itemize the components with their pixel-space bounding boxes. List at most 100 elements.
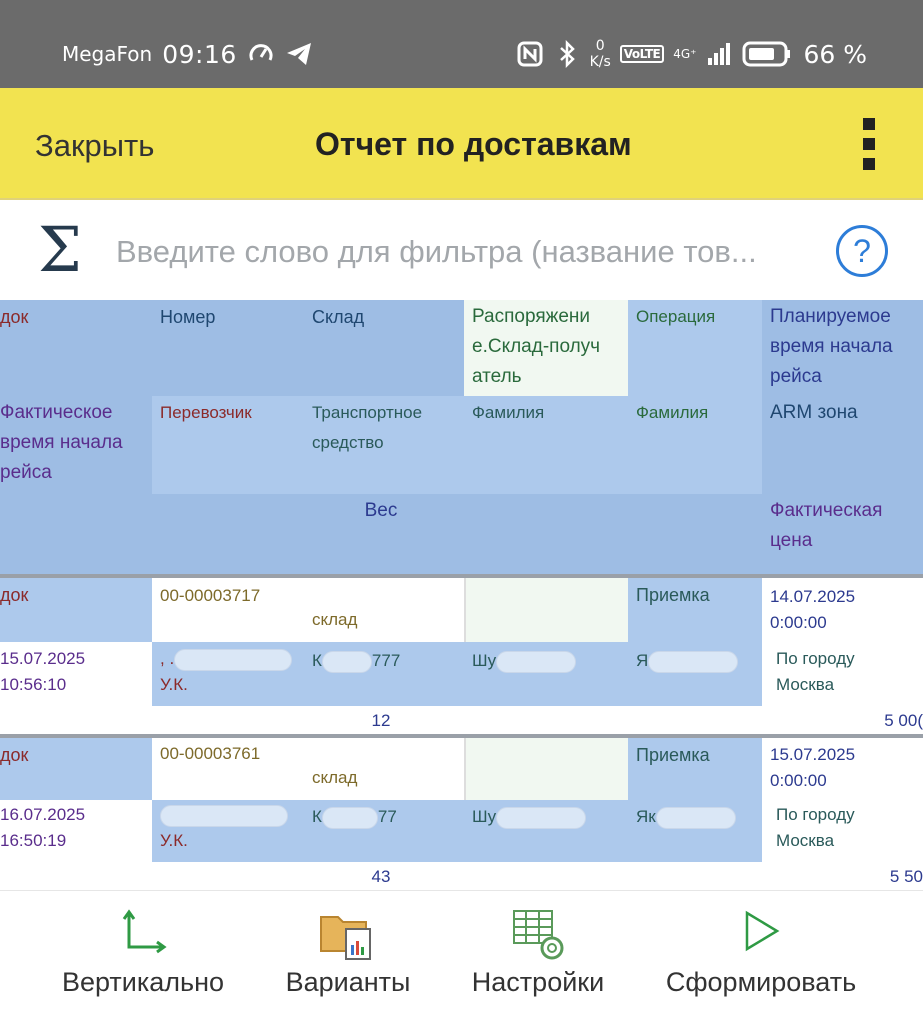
header-surname-1: Фамилия (464, 396, 628, 494)
row2-surname-1-text: Шу (472, 807, 497, 826)
row1-surname-2-text: Я (636, 651, 649, 670)
header-actual-price: Фактическая цена (762, 494, 923, 574)
row2-surname-2[interactable]: Як (628, 800, 762, 862)
header-warehouse: Склад (304, 300, 464, 396)
vertical-button[interactable]: Вертикально (40, 891, 246, 1024)
row1-planned-start[interactable]: 14.07.2025 0:00:00 (762, 578, 923, 642)
bluetooth-icon (559, 40, 575, 68)
bottom-toolbar: Вертикально Варианты Настройки Сформиров… (0, 890, 923, 1024)
row2-actual-start[interactable]: 16.07.2025 16:50:19 (0, 800, 152, 862)
row2-weight[interactable]: 43 (0, 862, 762, 890)
row1-weight[interactable]: 12 (0, 706, 762, 736)
row1-carrier-suffix: У.К. (160, 675, 188, 694)
page-title: Отчет по доставкам (315, 126, 632, 162)
header-arm-zone: ARM зона (762, 396, 923, 494)
header-actual-start: Фактическое время начала рейса (0, 396, 152, 494)
header-order-warehouse: Распоряжени е.Склад-получ атель (464, 300, 628, 396)
row2-warehouse[interactable]: склад (304, 738, 464, 800)
redacted-mark (160, 804, 288, 827)
net-speed-value: 0 (595, 38, 605, 54)
row1-operation[interactable]: Приемка (628, 578, 762, 642)
row1-surname-1-text: Шу (472, 651, 497, 670)
row1-doc[interactable]: док (0, 578, 152, 642)
row1-surname-2[interactable]: Я (628, 642, 762, 706)
row2-surname-1[interactable]: Шу (464, 800, 628, 862)
speedometer-icon (249, 44, 273, 61)
row1-vehicle[interactable]: К 777 (304, 642, 464, 706)
row1-price[interactable]: 5 00( (762, 706, 923, 736)
settings-button[interactable]: Настройки (456, 891, 620, 1024)
row1-vehicle-suffix: 777 (371, 651, 401, 670)
redacted-mark (321, 650, 372, 673)
row2-arm-zone[interactable]: По городу Москва (762, 800, 923, 862)
row1-carrier[interactable]: , . У.К. (152, 642, 304, 706)
filter-input[interactable] (116, 230, 826, 274)
header-doc: док (0, 300, 152, 396)
net-speed: 0 K/s (590, 38, 611, 70)
signal-icon (708, 43, 731, 65)
battery-percent: 66 % (803, 39, 867, 69)
row2-vehicle-prefix: К (312, 807, 322, 826)
row2-number[interactable]: 00-00003761 (152, 738, 304, 800)
row2-vehicle-suffix: 77 (377, 807, 397, 826)
axes-icon (122, 909, 167, 954)
folder-report-icon (320, 916, 371, 960)
row1-vehicle-prefix: К (312, 651, 322, 670)
row1-order-warehouse[interactable] (464, 578, 628, 642)
row1-warehouse[interactable]: склад (304, 578, 464, 642)
telegram-icon (286, 43, 311, 65)
more-vertical-icon[interactable] (858, 118, 880, 172)
volte-badge: VoLTE (619, 45, 665, 63)
header-vehicle: Транспортное средство (304, 396, 464, 494)
row2-carrier-suffix: У.К. (160, 831, 188, 850)
header-surname-2: Фамилия (628, 396, 762, 494)
row2-order-warehouse[interactable] (464, 738, 628, 800)
row1-arm-zone[interactable]: По городу Москва (762, 642, 923, 706)
close-button[interactable]: Закрыть (35, 128, 154, 164)
header-carrier: Перевозчик (152, 396, 304, 494)
header-operation: Операция (628, 300, 762, 396)
row2-vehicle[interactable]: К 77 (304, 800, 464, 862)
row1-carrier-prefix: , . (160, 649, 175, 668)
header-planned-start: Планируемое время начала рейса (762, 300, 923, 396)
status-right: 0 K/s VoLTE 4G⁺ 66 % (516, 34, 867, 74)
row2-operation[interactable]: Приемка (628, 738, 762, 800)
redacted-mark (174, 648, 293, 671)
clock: 09:16 (162, 39, 237, 69)
play-icon (745, 910, 780, 952)
carrier-name: MegaFon (62, 42, 153, 66)
redacted-mark (648, 650, 739, 673)
report-grid[interactable]: док Номер Склад Распоряжени е.Склад-полу… (0, 300, 923, 890)
vertical-label: Вертикально (61, 967, 225, 997)
status-left: MegaFon 09:16 (62, 36, 313, 72)
app-header: Закрыть Отчет по доставкам (0, 88, 923, 200)
battery-icon (742, 41, 791, 67)
table-settings-icon (513, 910, 564, 960)
row2-doc[interactable]: док (0, 738, 152, 800)
row1-surname-1[interactable]: Шу (464, 642, 628, 706)
redacted-mark (496, 650, 577, 673)
row2-planned-start[interactable]: 15.07.2025 0:00:00 (762, 738, 923, 800)
row1-actual-start[interactable]: 15.07.2025 10:56:10 (0, 642, 152, 706)
generate-button[interactable]: Сформировать (654, 891, 868, 1024)
variants-label: Варианты (285, 967, 411, 997)
sigma-icon[interactable]: Σ (38, 215, 82, 285)
variants-button[interactable]: Варианты (270, 891, 426, 1024)
filter-bar: Σ ? (0, 200, 923, 300)
header-number: Номер (152, 300, 304, 396)
settings-label: Настройки (471, 967, 605, 997)
row2-surname-2-text: Як (636, 807, 656, 826)
redacted-mark (655, 806, 736, 829)
nfc-icon (517, 41, 543, 67)
generate-label: Сформировать (665, 967, 857, 997)
net-speed-unit: K/s (589, 54, 611, 70)
status-bar: MegaFon 09:16 0 K/s VoLTE 4G⁺ 66 % (0, 0, 923, 88)
redacted-mark (321, 806, 378, 829)
redacted-mark (496, 806, 587, 829)
header-weight: Вес (0, 494, 762, 574)
row2-price[interactable]: 5 50 (762, 862, 923, 890)
row2-carrier[interactable]: У.К. (152, 800, 304, 862)
row1-number[interactable]: 00-00003717 (152, 578, 304, 642)
help-icon[interactable]: ? (836, 225, 888, 277)
network-type: 4G⁺ (673, 47, 697, 61)
